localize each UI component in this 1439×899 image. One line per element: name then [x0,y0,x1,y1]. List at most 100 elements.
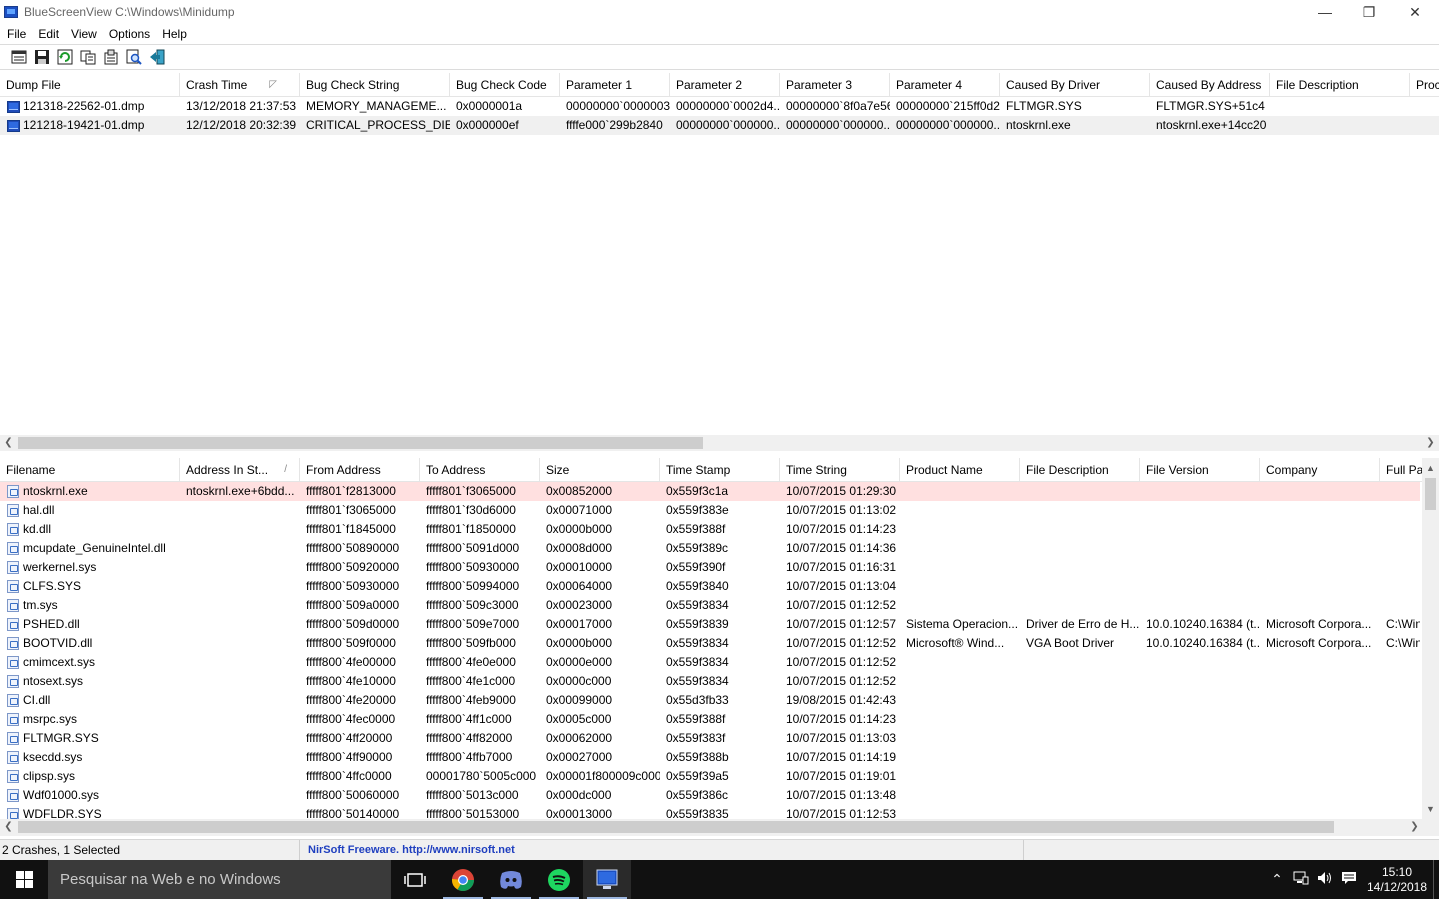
column-header[interactable]: Bug Check Code [450,73,560,97]
properties-icon[interactable] [8,46,30,68]
column-header[interactable]: Time String [780,458,900,482]
table-cell [180,748,300,767]
table-cell: 0x00062000 [546,731,613,745]
cell-text: CLFS.SYS [23,579,82,593]
table-row[interactable]: 121318-22562-01.dmp 13/12/2018 21:37:53 ME… [0,97,1439,116]
table-cell: ntoskrnl.exe [1006,118,1071,132]
close-button[interactable]: ✕ [1392,0,1438,24]
table-cell: fffff800`5091d000 [426,541,520,555]
module-file-icon [7,542,19,555]
module-list[interactable]: Filename Address In St... / From Address … [0,458,1422,819]
table-row[interactable]: hal.dll fffff801`f3065000 fffff801`f30d600… [0,501,1420,520]
menu-edit[interactable]: Edit [32,27,65,41]
taskbar-clock[interactable]: 15:10 14/12/2018 [1361,865,1433,895]
start-button[interactable] [0,860,48,899]
column-header[interactable]: Parameter 4 [890,73,1000,97]
scroll-left-icon[interactable]: ❮ [0,819,17,835]
column-header[interactable]: File Description [1020,458,1140,482]
nirsoft-link[interactable]: NirSoft Freeware. http://www.nirsoft.net [300,839,1024,861]
cell-text: werkernel.sys [23,560,97,574]
volume-icon[interactable] [1313,871,1337,888]
table-row[interactable]: ntosext.sys fffff800`4fe10000 fffff800`4fe… [0,672,1420,691]
column-header-crash-time[interactable]: Crash Time ◸ [180,73,300,97]
table-row[interactable]: Wdf01000.sys fffff800`50060000 fffff800`50… [0,786,1420,805]
table-row[interactable]: msrpc.sys fffff800`4fec0000 fffff800`4ff1c… [0,710,1420,729]
bluescreenview-app-icon[interactable] [4,6,18,18]
column-header[interactable]: Parameter 3 [780,73,890,97]
copy-icon[interactable] [77,46,99,68]
column-label: Time Stamp [666,463,731,477]
taskbar-search-box[interactable]: Pesquisar na Web e no Windows [48,860,391,899]
table-row[interactable]: kd.dll fffff801`f1845000 fffff801`f1850000… [0,520,1420,539]
column-label: Filename [6,463,56,477]
maximize-button[interactable]: ❐ [1346,0,1392,24]
table-row[interactable]: CI.dll fffff800`4fe20000 fffff800`4feb9000… [0,691,1420,710]
menu-help[interactable]: Help [156,27,193,41]
table-row[interactable]: ntoskrnl.exe ntoskrnl.exe+6bdd... fffff801… [0,482,1420,501]
spotify-taskbar-app[interactable] [535,860,583,899]
column-header[interactable]: File Description [1270,73,1410,97]
column-header[interactable]: Size [540,458,660,482]
column-header[interactable]: From Address [300,458,420,482]
table-row[interactable]: WDFLDR.SYS fffff800`50140000 fffff800`5015… [0,805,1420,819]
table-row[interactable]: clipsp.sys fffff800`4ffc0000 00001780`5005… [0,767,1420,786]
column-header[interactable]: To Address [420,458,540,482]
table-row[interactable]: ksecdd.sys fffff800`4ff90000 fffff800`4ffb… [0,748,1420,767]
table-cell-name: msrpc.sys [0,710,180,729]
notifications-icon[interactable] [1337,871,1361,888]
table-row[interactable]: 121218-19421-01.dmp 12/12/2018 20:32:39 CR… [0,116,1439,135]
table-row[interactable]: tm.sys fffff800`509a0000 fffff800`509c3000… [0,596,1420,615]
scroll-up-icon[interactable]: ▲ [1422,460,1439,476]
menu-view[interactable]: View [65,27,103,41]
column-header[interactable]: Full Pa [1380,458,1422,482]
crash-list-hscrollbar[interactable]: ❮ ❯ [0,435,1439,451]
column-header-address-in-stack[interactable]: Address In St... / [180,458,300,482]
show-desktop-button[interactable] [1433,860,1439,899]
chevron-up-icon[interactable]: ⌃ [1265,871,1289,888]
column-header[interactable]: Company [1260,458,1380,482]
table-row[interactable]: cmimcext.sys fffff800`4fe00000 fffff800`4f… [0,653,1420,672]
network-icon[interactable] [1289,871,1313,888]
column-header[interactable]: Caused By Driver [1000,73,1150,97]
refresh-icon[interactable] [54,46,76,68]
scroll-left-icon[interactable]: ❮ [0,435,17,451]
table-cell [900,520,1020,539]
minimize-button[interactable]: — [1302,0,1348,24]
table-row[interactable]: FLTMGR.SYS fffff800`4ff20000 fffff800`4ff8… [0,729,1420,748]
html-report-icon[interactable] [100,46,122,68]
scroll-right-icon[interactable]: ❯ [1406,819,1423,835]
column-header[interactable]: Parameter 1 [560,73,670,97]
table-row[interactable]: BOOTVID.dll fffff800`509f0000 fffff800`509… [0,634,1420,653]
column-header[interactable]: Bug Check String [300,73,450,97]
table-row[interactable]: mcupdate_GenuineIntel.dll fffff800`508900… [0,539,1420,558]
column-header[interactable]: Proc [1410,73,1439,97]
column-header[interactable]: File Version [1140,458,1260,482]
table-cell [180,691,300,710]
module-list-hscrollbar[interactable]: ❮ ❯ [0,819,1439,836]
column-header[interactable]: Time Stamp [660,458,780,482]
crash-list[interactable]: Dump File Crash Time ◸ Bug Check String B… [0,73,1439,435]
column-header[interactable]: Caused By Address [1150,73,1270,97]
find-icon[interactable] [123,46,145,68]
table-row[interactable]: CLFS.SYS fffff800`50930000 fffff800`509940… [0,577,1420,596]
scroll-thumb[interactable] [18,821,1334,833]
table-row[interactable]: PSHED.dll fffff800`509d0000 fffff800`509e7… [0,615,1420,634]
table-row[interactable]: werkernel.sys fffff800`50920000 fffff800`5… [0,558,1420,577]
column-header[interactable]: Parameter 2 [670,73,780,97]
scroll-right-icon[interactable]: ❯ [1422,435,1439,451]
scroll-thumb[interactable] [1425,478,1436,510]
bluescreenview-taskbar-app[interactable] [583,860,631,899]
menu-file[interactable]: File [1,27,32,41]
scroll-thumb[interactable] [18,437,703,449]
column-header[interactable]: Dump File [0,73,180,97]
menu-options[interactable]: Options [103,27,156,41]
column-header[interactable]: Filename [0,458,180,482]
task-view-button[interactable] [391,860,439,899]
column-header[interactable]: Product Name [900,458,1020,482]
discord-taskbar-app[interactable] [487,860,535,899]
chrome-taskbar-app[interactable] [439,860,487,899]
module-list-vscrollbar[interactable]: ▲ ▼ [1422,458,1439,819]
scroll-down-icon[interactable]: ▼ [1422,801,1439,817]
exit-icon[interactable] [146,46,168,68]
save-icon[interactable] [31,46,53,68]
